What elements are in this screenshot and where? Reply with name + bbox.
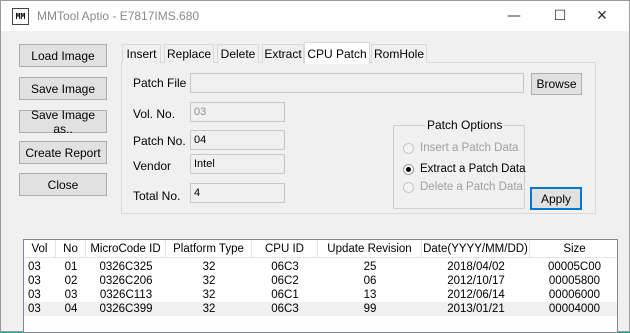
cell-microcode-id: 0326C206: [99, 275, 153, 287]
cell-cpu-id: 06C2: [271, 275, 299, 287]
cell-platform-type: 32: [202, 275, 216, 287]
browse-button[interactable]: Browse: [531, 73, 582, 95]
list-header: Vol No MicroCode ID Platform Type CPU ID…: [24, 240, 617, 258]
table-row[interactable]: 03 01 0326C325 32 06C3 25 2018/04/02 000…: [24, 260, 617, 274]
table-row-selected[interactable]: 03 04 0326C399 32 06C3 99 2013/01/21 000…: [24, 302, 617, 316]
patch-options-title: Patch Options: [425, 118, 505, 132]
insert-patch-radio[interactable]: Insert a Patch Data: [403, 140, 518, 156]
cell-vol: 03: [28, 261, 41, 273]
cell-platform-type: 32: [202, 289, 216, 301]
close-button[interactable]: Close: [19, 173, 107, 196]
cell-date: 2012/06/14: [447, 289, 505, 301]
cell-update-revision: 06: [363, 275, 377, 287]
column-header[interactable]: Vol: [24, 240, 56, 258]
column-header[interactable]: Size: [530, 240, 617, 258]
cell-no: 03: [64, 289, 78, 301]
cell-update-revision: 25: [363, 261, 377, 273]
save-image-as-button[interactable]: Save Image as..: [19, 108, 107, 136]
window-title: MMTool Aptio - E7817IMS.680: [37, 9, 200, 23]
app-icon: MM: [12, 8, 29, 25]
close-window-button[interactable]: ✕: [579, 1, 625, 31]
cell-cpu-id: 06C1: [271, 289, 299, 301]
delete-patch-label: Delete a Patch Data: [420, 181, 523, 193]
table-row[interactable]: 03 03 0326C113 32 06C1 13 2012/06/14 000…: [24, 288, 617, 302]
title-bar[interactable]: MM MMTool Aptio - E7817IMS.680 — ☐ ✕: [1, 1, 629, 31]
cell-size: 00004000: [548, 303, 601, 315]
cell-update-revision: 99: [363, 303, 377, 315]
total-no-label: Total No.: [133, 189, 181, 203]
apply-button[interactable]: Apply: [530, 187, 582, 210]
column-header[interactable]: No: [56, 240, 86, 258]
tab-insert[interactable]: Insert: [122, 44, 161, 63]
cell-cpu-id: 06C3: [271, 261, 299, 273]
delete-patch-radio[interactable]: Delete a Patch Data: [403, 179, 523, 195]
patch-file-field[interactable]: [190, 73, 524, 93]
extract-patch-radio[interactable]: Extract a Patch Data: [403, 161, 525, 177]
column-header[interactable]: CPU ID: [252, 240, 318, 258]
minimize-button[interactable]: —: [491, 1, 537, 31]
vol-no-label: Vol. No.: [133, 107, 176, 121]
tab-cpu-patch[interactable]: CPU Patch: [304, 42, 370, 64]
cell-no: 02: [64, 275, 78, 287]
cell-cpu-id: 06C3: [271, 303, 299, 315]
tab-extract[interactable]: Extract: [262, 44, 304, 63]
column-header[interactable]: Date(YYYY/MM/DD): [422, 240, 530, 258]
cell-size: 00006000: [548, 289, 601, 301]
extract-patch-label: Extract a Patch Data: [420, 163, 526, 175]
cell-microcode-id: 0326C399: [99, 303, 153, 315]
cell-vol: 03: [28, 275, 41, 287]
column-header[interactable]: Platform Type: [166, 240, 252, 258]
patch-file-label: Patch File: [133, 76, 187, 90]
total-no-field: 4: [190, 183, 285, 203]
cell-date: 2018/04/02: [447, 261, 505, 273]
radio-icon: [403, 181, 414, 193]
cell-vol: 03: [28, 289, 41, 301]
vendor-label: Vendor: [133, 159, 172, 173]
microcode-list[interactable]: Vol No MicroCode ID Platform Type CPU ID…: [23, 239, 618, 333]
cell-no: 01: [64, 261, 78, 273]
vol-no-field: 03: [190, 102, 285, 122]
cell-update-revision: 13: [363, 289, 377, 301]
tab-romhole[interactable]: RomHole: [371, 44, 427, 63]
cell-date: 2013/01/21: [447, 303, 505, 315]
patch-no-label: Patch No.: [133, 134, 186, 148]
maximize-button[interactable]: ☐: [537, 1, 583, 31]
radio-icon: [403, 142, 414, 154]
cell-size: 00005800: [548, 275, 601, 287]
insert-patch-label: Insert a Patch Data: [420, 142, 519, 154]
tab-delete[interactable]: Delete: [217, 44, 259, 63]
load-image-button[interactable]: Load Image: [19, 44, 107, 67]
tab-replace[interactable]: Replace: [164, 44, 214, 63]
radio-checked-icon: [403, 163, 414, 175]
patch-no-field: 04: [190, 130, 285, 150]
cell-vol: 03: [28, 303, 41, 315]
cell-date: 2012/10/17: [447, 275, 505, 287]
cell-no: 04: [64, 303, 78, 315]
column-header[interactable]: Update Revision: [318, 240, 422, 258]
mmtool-window: MM MMTool Aptio - E7817IMS.680 — ☐ ✕ Loa…: [0, 0, 630, 333]
cell-platform-type: 32: [202, 261, 216, 273]
cell-microcode-id: 0326C325: [99, 261, 153, 273]
table-row[interactable]: 03 02 0326C206 32 06C2 06 2012/10/17 000…: [24, 274, 617, 288]
save-image-button[interactable]: Save Image: [19, 77, 107, 100]
cell-size: 00005C00: [547, 261, 602, 273]
column-header[interactable]: MicroCode ID: [86, 240, 166, 258]
cell-platform-type: 32: [202, 303, 216, 315]
create-report-button[interactable]: Create Report: [19, 141, 107, 164]
cell-microcode-id: 0326C113: [99, 289, 153, 301]
vendor-field: Intel: [190, 154, 285, 174]
